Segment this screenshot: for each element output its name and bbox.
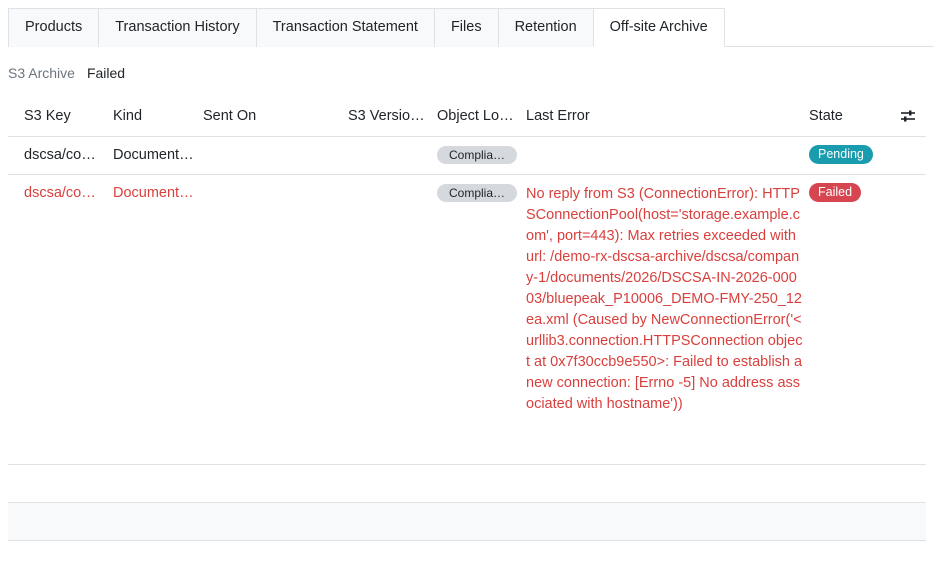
tab-retention[interactable]: Retention: [497, 8, 594, 47]
column-header-sent-on[interactable]: Sent On: [203, 108, 343, 124]
tab-transaction-history[interactable]: Transaction History: [98, 8, 257, 47]
cell-s3-key: dscsa/co…: [24, 185, 96, 201]
column-header-s3-key[interactable]: S3 Key: [24, 108, 104, 124]
column-header-kind[interactable]: Kind: [113, 108, 195, 124]
column-header-state[interactable]: State: [809, 108, 879, 124]
cell-kind: Document…: [113, 185, 194, 201]
sliders-icon[interactable]: [900, 109, 916, 123]
table-row[interactable]: dscsa/co… Document… Complia… No reply fr…: [8, 175, 926, 465]
archive-table: S3 Key Kind Sent On S3 Versio… Object Lo…: [8, 96, 926, 541]
tab-transaction-statement[interactable]: Transaction Statement: [255, 8, 435, 47]
cell-last-error: No reply from S3 (ConnectionError): HTTP…: [526, 186, 803, 412]
tab-off-site-archive[interactable]: Off-site Archive: [592, 8, 725, 47]
status-badge: Pending: [809, 145, 873, 164]
tab-products[interactable]: Products: [8, 8, 100, 47]
cell-s3-key: dscsa/co…: [24, 147, 96, 163]
status-badge: Failed: [809, 183, 862, 202]
filter-summary: S3 Archive Failed: [8, 65, 125, 81]
filter-value[interactable]: Failed: [87, 65, 125, 81]
column-header-last-error[interactable]: Last Error: [526, 108, 796, 124]
filter-label: S3 Archive: [8, 65, 75, 81]
object-lock-badge: Complia…: [437, 146, 517, 164]
tab-files[interactable]: Files: [433, 8, 499, 47]
tab-bar: Products Transaction History Transaction…: [8, 8, 934, 47]
column-header-s3-version[interactable]: S3 Versio…: [348, 108, 428, 124]
empty-row: [8, 503, 926, 541]
table-header: S3 Key Kind Sent On S3 Versio… Object Lo…: [8, 96, 926, 137]
page: Products Transaction History Transaction…: [0, 0, 934, 573]
object-lock-badge: Complia…: [437, 184, 517, 202]
table-row[interactable]: dscsa/co… Document… Complia… Pending: [8, 137, 926, 175]
column-header-object-lock[interactable]: Object Lo…: [437, 108, 517, 124]
empty-row: [8, 465, 926, 503]
cell-kind: Document…: [113, 147, 194, 163]
